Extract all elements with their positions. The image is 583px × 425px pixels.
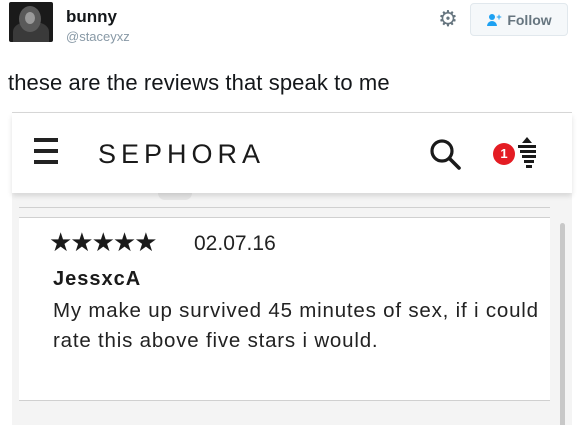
- cart-count-badge: 1: [493, 143, 515, 165]
- follow-button[interactable]: + Follow: [470, 3, 568, 36]
- user-handle[interactable]: @staceyxz: [66, 29, 130, 44]
- review-date: 02.07.16: [194, 232, 276, 255]
- reviewer-name: JessxcA: [53, 268, 142, 290]
- tweet-header: bunny @staceyxz ⚙ + Follow: [0, 0, 583, 60]
- sephora-logo[interactable]: SEPHORA: [98, 139, 265, 170]
- tweet-text: these are the reviews that speak to me: [8, 70, 390, 95]
- add-user-icon: +: [486, 12, 502, 27]
- follow-label: Follow: [507, 11, 552, 28]
- display-name[interactable]: bunny: [66, 7, 117, 27]
- divider: [19, 207, 550, 208]
- sephora-navbar: SEPHORA 1: [12, 113, 572, 193]
- previous-card-edge: [158, 193, 192, 200]
- scrollbar[interactable]: [560, 223, 565, 425]
- gear-icon[interactable]: ⚙: [436, 7, 460, 31]
- search-icon[interactable]: [428, 137, 462, 171]
- embedded-screenshot: SEPHORA 1 ★★★★★ 02.07.16 JessxcA My make…: [12, 112, 572, 425]
- shopping-bag-icon[interactable]: [514, 135, 540, 169]
- hamburger-icon[interactable]: [34, 138, 58, 164]
- star-rating: ★★★★★: [49, 228, 158, 258]
- review-card: ★★★★★ 02.07.16 JessxcA My make up surviv…: [19, 217, 550, 401]
- review-text: My make up survived 45 minutes of sex, i…: [53, 299, 539, 352]
- avatar[interactable]: [9, 2, 53, 42]
- content-area: ★★★★★ 02.07.16 JessxcA My make up surviv…: [12, 193, 572, 425]
